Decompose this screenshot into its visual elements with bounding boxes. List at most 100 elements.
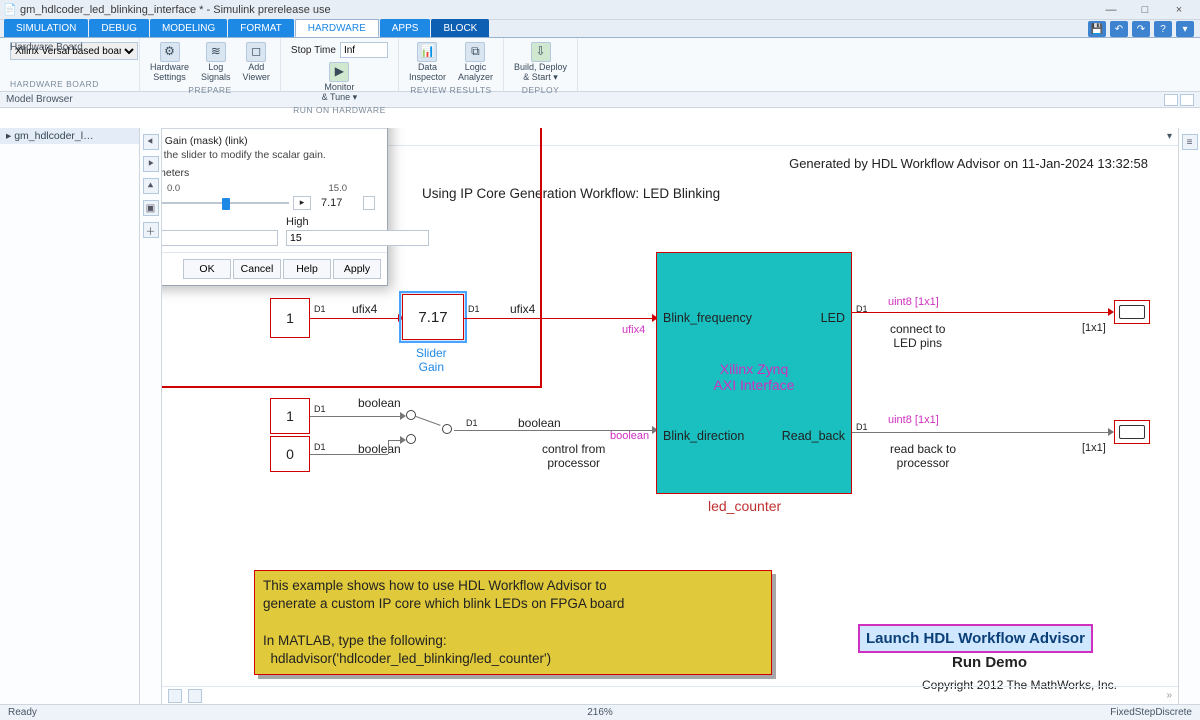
status-solver[interactable]: FixedStepDiscrete — [1110, 707, 1192, 718]
qa-min-icon[interactable]: ▾ — [1176, 21, 1194, 37]
block-out-readback[interactable] — [1114, 420, 1150, 444]
nav-back-icon[interactable]: ⯇ — [143, 134, 159, 150]
ok-button[interactable]: OK — [183, 259, 231, 279]
data-inspector-button[interactable]: 📊Data Inspector — [409, 42, 446, 83]
qa-save-icon[interactable]: 💾 — [1088, 21, 1106, 37]
qa-redo-icon[interactable]: ↷ — [1132, 21, 1150, 37]
high-label: High — [286, 216, 429, 228]
dim-a: [1x1] — [1082, 322, 1106, 334]
nav-up-icon[interactable]: ⯅ — [143, 178, 159, 194]
sub-center-text: Xilinx Zynq AXI Interface — [657, 361, 851, 393]
mb-toggle-icon[interactable] — [1164, 94, 1178, 106]
slider-inc-icon[interactable]: ▸ — [293, 196, 311, 210]
tree-root[interactable]: ▸ gm_hdlcoder_l… — [0, 128, 139, 144]
footer-btn-2[interactable] — [188, 689, 202, 703]
log-signals-button[interactable]: ≋Log Signals — [201, 42, 231, 83]
dtype-uint8-a: uint8 [1x1] — [888, 296, 939, 308]
prop-inspector-icon[interactable]: ≡ — [1182, 134, 1198, 150]
wire-sg-sub — [464, 318, 654, 319]
qa-help-icon[interactable]: ? — [1154, 21, 1172, 37]
annotation-note[interactable]: This example shows how to use HDL Workfl… — [254, 570, 772, 675]
port-blink-freq: Blink_frequency — [663, 311, 752, 325]
slider-stepper[interactable] — [363, 196, 375, 210]
inspector-icon: 📊 — [417, 42, 437, 62]
switch-node-2[interactable] — [406, 434, 416, 444]
tab-format[interactable]: FORMAT — [228, 19, 293, 37]
tab-hardware[interactable]: HARDWARE — [295, 19, 379, 37]
minimize-button[interactable]: — — [1094, 4, 1128, 16]
ctrl-proc-label: control from processor — [542, 442, 605, 470]
block-constant-zero[interactable]: 0 — [270, 436, 310, 472]
low-label: Low — [162, 216, 278, 228]
monitor-tune-button[interactable]: ▶Monitor & Tune ▾ — [322, 62, 358, 103]
cancel-button[interactable]: Cancel — [233, 259, 281, 279]
block-constant-one[interactable]: 1 — [270, 398, 310, 434]
viewer-icon: ◻ — [246, 42, 266, 62]
tab-apps[interactable]: APPS — [380, 19, 431, 37]
readback-label: read back to processor — [890, 442, 956, 470]
dtype-ufix4-b: ufix4 — [510, 302, 535, 316]
high-input[interactable] — [286, 230, 429, 246]
workflow-title: Using IP Core Generation Workflow: LED B… — [422, 186, 720, 201]
maximize-button[interactable]: □ — [1128, 4, 1162, 16]
app-icon: 📄 — [4, 4, 16, 16]
stop-time-input[interactable] — [340, 42, 388, 58]
launch-hdl-advisor-button[interactable]: Launch HDL Workflow Advisor — [858, 624, 1093, 653]
wire-led-out — [852, 312, 1110, 313]
switch-out[interactable] — [442, 424, 452, 434]
help-button[interactable]: Help — [283, 259, 331, 279]
port-led: LED — [821, 311, 845, 325]
dtype-bool-a: boolean — [358, 396, 401, 410]
apply-button[interactable]: Apply — [333, 259, 381, 279]
block-params-dialog[interactable]: Block Parameters: Slider Gain × Slider G… — [162, 128, 388, 286]
dtype-uint8-b: uint8 [1x1] — [888, 414, 939, 426]
stop-time-label: Stop Time — [291, 45, 336, 56]
switch-node-1[interactable] — [406, 410, 416, 420]
tab-debug[interactable]: DEBUG — [89, 19, 149, 37]
tab-simulation[interactable]: SIMULATION — [4, 19, 88, 37]
block-slider-gain[interactable]: 7.17 — [402, 294, 464, 340]
footer-spacer: » — [1166, 690, 1172, 701]
dialog-mask-name: Slider Gain (mask) (link) — [162, 135, 379, 147]
hw-settings-button[interactable]: ⚙Hardware Settings — [150, 42, 189, 83]
canvas-footer: » — [162, 686, 1178, 704]
wire-co-sw1 — [310, 416, 402, 417]
tab-modeling[interactable]: MODELING — [150, 19, 227, 37]
block-slider-gain-name: Slider Gain — [416, 346, 447, 374]
analyzer-icon: ⧉ — [465, 42, 485, 62]
slider-track[interactable] — [162, 196, 289, 210]
toolstrip: Hardware Board Xilinx Versal based board… — [0, 38, 1200, 92]
logic-analyzer-button[interactable]: ⧉Logic Analyzer — [458, 42, 493, 83]
slider-tick-low: 0.0 — [167, 183, 180, 194]
tab-block[interactable]: BLOCK — [431, 19, 489, 37]
block-led-counter[interactable]: Blink_frequency LED Blink_direction Read… — [656, 252, 852, 494]
port-readback: Read_back — [782, 429, 845, 443]
port-d1-d: D1 — [314, 442, 326, 452]
dialog-params-label: Parameters — [162, 167, 379, 179]
status-zoom[interactable]: 216% — [587, 707, 613, 718]
model-browser: ▸ gm_hdlcoder_l… — [0, 128, 140, 704]
subsystem-name: led_counter — [708, 498, 781, 514]
zoom-in-icon[interactable]: ＋ — [143, 222, 159, 238]
gear-icon: ⚙ — [160, 42, 180, 62]
dtype-ufix4-a: ufix4 — [352, 302, 377, 316]
add-viewer-button[interactable]: ◻Add Viewer — [243, 42, 270, 83]
block-out-led[interactable] — [1114, 300, 1150, 324]
footer-btn-1[interactable] — [168, 689, 182, 703]
dtype-bool-d: boolean — [610, 430, 649, 442]
group-deploy: DEPLOY — [522, 85, 560, 95]
breadcrumb-dropdown-icon[interactable]: ▾ — [1167, 131, 1172, 142]
zoom-fit-icon[interactable]: ▣ — [143, 200, 159, 216]
stop-time-row: Stop Time — [291, 42, 388, 58]
block-constant-1[interactable]: 1 — [270, 298, 310, 338]
wire-readback-out — [852, 432, 1110, 433]
close-button[interactable]: × — [1162, 4, 1196, 16]
build-deploy-button[interactable]: ⇩Build, Deploy & Start ▾ — [514, 42, 567, 83]
canvas[interactable]: Generated by HDL Workflow Advisor on 11-… — [162, 146, 1178, 686]
qa-undo-icon[interactable]: ↶ — [1110, 21, 1128, 37]
mb-pin-icon[interactable] — [1180, 94, 1194, 106]
nav-fwd-icon[interactable]: ⯈ — [143, 156, 159, 172]
wire-cz-sw — [310, 454, 388, 455]
slider-thumb[interactable] — [222, 198, 230, 210]
low-input[interactable] — [162, 230, 278, 246]
